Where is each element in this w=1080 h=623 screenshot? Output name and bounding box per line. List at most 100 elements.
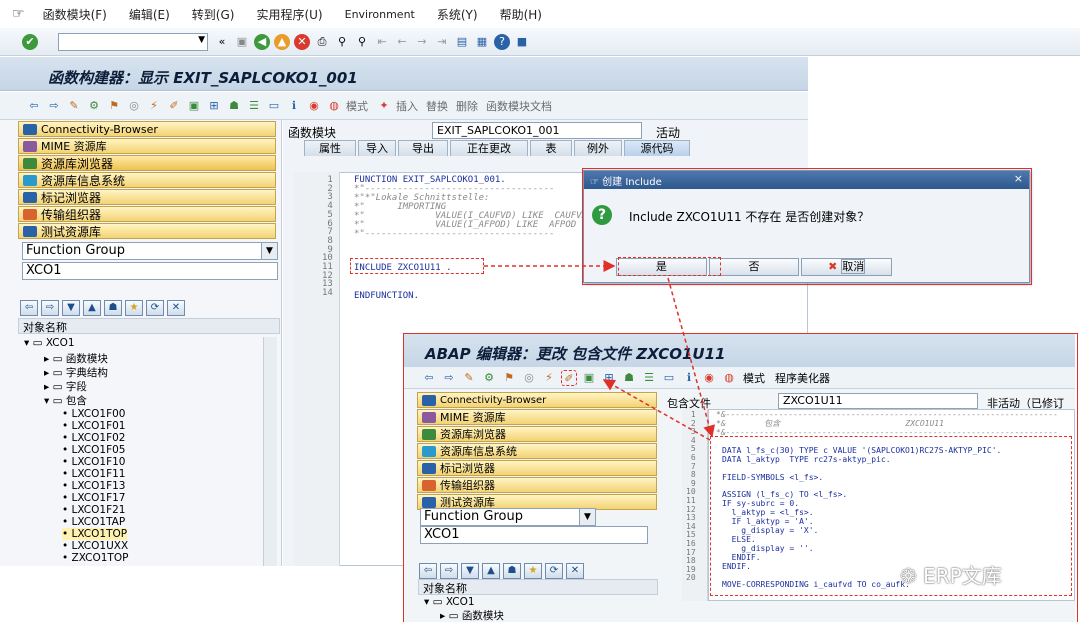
other-object-icon[interactable]: ⚙ <box>86 98 102 114</box>
forward-nav-icon[interactable]: ⇨ <box>41 300 59 316</box>
tree-include-item-selected[interactable]: • LXCO1TOP <box>62 528 128 540</box>
session-breakpoint-icon[interactable]: ◍ <box>326 98 342 114</box>
tree-include-item[interactable]: • LXCO1F00 <box>62 408 126 420</box>
menu-help[interactable]: 帮助(H) <box>500 6 542 23</box>
save-icon[interactable]: ▣ <box>234 34 250 50</box>
insert-label[interactable]: 插入 <box>396 98 418 114</box>
back-nav-icon[interactable]: ⇦ <box>20 300 38 316</box>
find-icon[interactable]: ⚲ <box>334 34 350 50</box>
shortcut-icon[interactable]: ▦ <box>474 34 490 50</box>
tree-folder[interactable]: ▸ ▭ 字段 <box>44 379 87 394</box>
mime-repository-button[interactable]: MIME 资源库 <box>18 138 276 154</box>
tab-exceptions[interactable]: 例外 <box>574 140 622 156</box>
layout-icon[interactable]: ■ <box>514 34 530 50</box>
include-highlight-box <box>350 258 484 274</box>
new-session-icon[interactable]: ▤ <box>454 34 470 50</box>
menu-utilities[interactable]: 实用程序(U) <box>256 6 322 23</box>
tree-include-item[interactable]: • LXCO1F01 <box>62 420 126 432</box>
repository-browser-button[interactable]: 资源库浏览器 <box>18 155 276 171</box>
pattern-icon[interactable]: ✦ <box>376 98 392 114</box>
tab-import[interactable]: 导入 <box>358 140 396 156</box>
test-repository-button[interactable]: 测试资源库 <box>18 223 276 239</box>
exit-icon[interactable]: ☞ <box>12 6 25 22</box>
tab-attributes[interactable]: 属性 <box>304 140 356 156</box>
fm-name-field[interactable]: EXIT_SAPLCOKO1_001 <box>432 122 642 139</box>
history-icon[interactable]: « <box>214 34 230 50</box>
transport-organizer-button[interactable]: 传输组织器 <box>18 206 276 222</box>
tree-include-item[interactable]: • LXCO1F11 <box>62 468 126 480</box>
close-nav-icon[interactable]: ✕ <box>167 300 185 316</box>
tree-folder[interactable]: ▾ ▭ 包含 <box>44 393 87 408</box>
tree-include-item[interactable]: • LXCO1TAP <box>62 516 125 528</box>
tree-include-item[interactable]: • LXCO1F17 <box>62 492 126 504</box>
watermark: ❁ ERP文库 <box>900 564 1002 588</box>
window-icon[interactable]: ▭ <box>266 98 282 114</box>
chevron-down-icon[interactable]: ▼ <box>198 35 205 45</box>
mode-label[interactable]: 模式 <box>346 98 368 114</box>
help-icon[interactable]: ? <box>494 33 510 50</box>
tag-browser-button[interactable]: 标记浏览器 <box>18 189 276 205</box>
enter-icon[interactable]: ✔ <box>22 33 38 50</box>
fm-documentation-label[interactable]: 函数模块文档 <box>486 98 552 114</box>
dialog-highlight-frame <box>582 168 1032 285</box>
first-page-icon[interactable]: ⇤ <box>374 34 390 50</box>
activate-icon[interactable]: ◎ <box>126 98 142 114</box>
menu-goto[interactable]: 转到(G) <box>192 6 235 23</box>
list-icon[interactable]: ☰ <box>246 98 262 114</box>
menu-system[interactable]: 系统(Y) <box>437 6 478 23</box>
cancel-round-icon[interactable]: ✕ <box>294 33 310 50</box>
object-type-select[interactable]: Function Group ▼ <box>22 242 278 260</box>
tree-include-item[interactable]: • LXCO1UXX <box>62 540 128 552</box>
display-change-icon[interactable]: ✎ <box>66 98 82 114</box>
command-field[interactable]: ▼ <box>58 32 208 51</box>
replace-label[interactable]: 替换 <box>426 98 448 114</box>
menu-edit[interactable]: 编辑(E) <box>129 6 170 23</box>
menu-function-module[interactable]: 函数模块(F) <box>43 6 107 23</box>
check-icon[interactable]: ⚑ <box>106 98 122 114</box>
tab-tables[interactable]: 表 <box>530 140 572 156</box>
up-icon[interactable]: ▲ <box>83 300 101 316</box>
tree-folder[interactable]: ▸ ▭ 字典结构 <box>44 365 108 380</box>
breakpoint-icon[interactable]: ◉ <box>306 98 322 114</box>
delete-label[interactable]: 删除 <box>456 98 478 114</box>
tree-root[interactable]: ▾ ▭ XCO1 <box>24 337 75 349</box>
info-system-icon <box>23 174 37 186</box>
back-arrow-icon[interactable]: ⇦ <box>26 98 42 114</box>
back-icon[interactable]: ◀ <box>254 33 270 50</box>
tab-changing[interactable]: 正在更改 <box>450 140 528 156</box>
info-icon[interactable]: ℹ <box>286 98 302 114</box>
tab-source-code[interactable]: 源代码 <box>624 140 690 156</box>
chevron-down-icon[interactable]: ▼ <box>261 243 277 259</box>
refresh-icon[interactable]: ⟳ <box>146 300 164 316</box>
navigation-window-icon[interactable]: ⊞ <box>206 98 222 114</box>
next-page-icon[interactable]: → <box>414 34 430 50</box>
tree-include-item[interactable]: • LXCO1F10 <box>62 456 126 468</box>
favorites-icon[interactable]: ★ <box>125 300 143 316</box>
tab-export[interactable]: 导出 <box>398 140 448 156</box>
find-next-icon[interactable]: ⚲ <box>354 34 370 50</box>
repository-info-system-button[interactable]: 资源库信息系统 <box>18 172 276 188</box>
tree-include-item[interactable]: • ZXCO1TOP <box>62 552 128 564</box>
prev-page-icon[interactable]: ← <box>394 34 410 50</box>
object-list-icon[interactable]: ▣ <box>186 98 202 114</box>
exit-round-icon[interactable]: ▲ <box>274 33 290 50</box>
print-icon[interactable]: ⎙ <box>314 34 330 50</box>
hierarchy-nav-icon[interactable]: ☗ <box>104 300 122 316</box>
collapse-icon[interactable]: ▼ <box>62 300 80 316</box>
test-icon <box>23 225 37 237</box>
mime-icon <box>23 140 37 152</box>
object-name-input[interactable]: XCO1 <box>22 262 278 280</box>
tree-include-item[interactable]: • LXCO1F13 <box>62 480 126 492</box>
where-used-icon[interactable]: ✐ <box>166 98 182 114</box>
menu-environment[interactable]: Environment <box>345 8 415 21</box>
connectivity-browser-button[interactable]: Connectivity-Browser <box>18 121 276 137</box>
tree-include-item[interactable]: • LXCO1F21 <box>62 504 126 516</box>
hierarchy-icon[interactable]: ☗ <box>226 98 242 114</box>
tree-include-item[interactable]: • LXCO1F02 <box>62 432 126 444</box>
tree-scrollbar[interactable] <box>263 337 277 566</box>
tree-include-item[interactable]: • LXCO1F05 <box>62 444 126 456</box>
forward-arrow-icon[interactable]: ⇨ <box>46 98 62 114</box>
last-page-icon[interactable]: ⇥ <box>434 34 450 50</box>
tree-folder[interactable]: ▸ ▭ 函数模块 <box>44 351 108 366</box>
test-icon[interactable]: ⚡ <box>146 98 162 114</box>
